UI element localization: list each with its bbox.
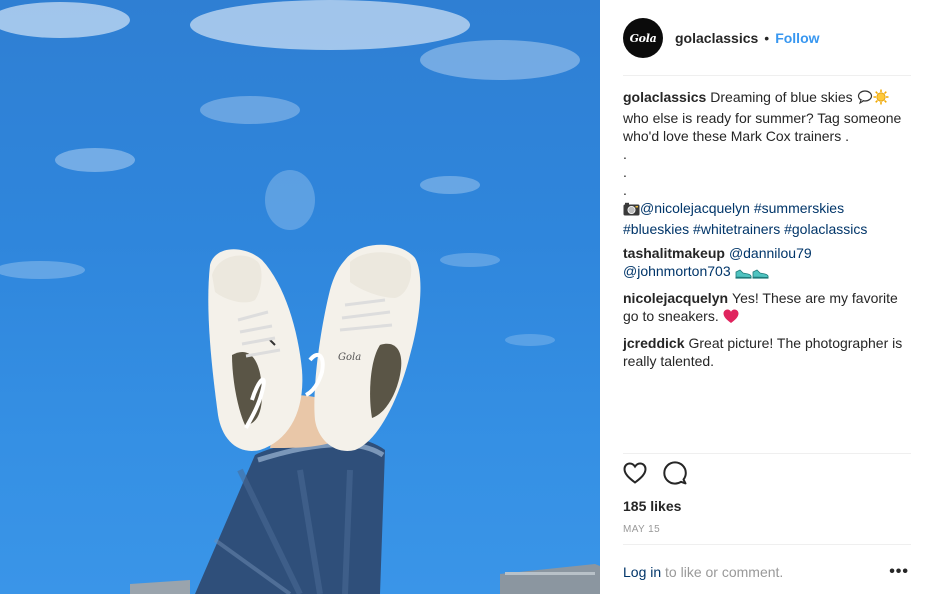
login-prompt-text: to like or comment. xyxy=(665,564,784,580)
sneaker-icon xyxy=(735,265,752,283)
avatar[interactable]: Gola xyxy=(623,18,663,58)
likes-count[interactable]: 185 likes xyxy=(623,498,681,514)
comment: jcreddick Great picture! The photographer… xyxy=(623,334,913,370)
more-options-button[interactable]: ••• xyxy=(889,563,909,581)
post-side-panel: Gola golaclassics • Follow golaclassics D… xyxy=(600,0,931,594)
post-header: Gola golaclassics • Follow xyxy=(600,0,931,76)
like-button[interactable] xyxy=(622,461,648,489)
camera-icon xyxy=(623,202,640,220)
header-separator: • xyxy=(764,30,770,46)
divider xyxy=(623,453,911,454)
red-heart-icon xyxy=(723,309,739,328)
heart-outline-icon xyxy=(623,461,647,489)
hashtag-link[interactable]: #whitetrainers xyxy=(693,221,780,237)
comment-username[interactable]: tashalitmakeup xyxy=(623,245,725,261)
comment-mention[interactable]: @dannilou79 xyxy=(729,245,812,261)
sneaker-icon xyxy=(752,265,769,283)
caption: golaclassics Dreaming of blue skies who e… xyxy=(623,88,913,238)
follow-button[interactable]: Follow xyxy=(775,30,819,46)
caption-text-1: Dreaming of blue skies xyxy=(710,89,853,105)
hashtag-link[interactable]: #blueskies xyxy=(623,221,689,237)
comments-list: golaclassics Dreaming of blue skies who e… xyxy=(623,88,913,376)
caption-mention[interactable]: @nicolejacquelyn xyxy=(640,200,750,216)
hashtag-link[interactable]: #summerskies xyxy=(754,200,844,216)
caption-dot: . xyxy=(623,164,627,180)
login-prompt: Log in to like or comment. xyxy=(623,564,913,580)
comment-button[interactable] xyxy=(662,460,688,490)
caption-username[interactable]: golaclassics xyxy=(623,89,706,105)
post-actions xyxy=(622,460,688,490)
divider xyxy=(623,544,911,545)
comment: tashalitmakeup @dannilou79 @johnmorton703 xyxy=(623,244,913,283)
speech-bubble-outline-icon xyxy=(663,460,687,490)
post-photo[interactable]: Gola xyxy=(0,0,600,594)
speech-bubble-icon xyxy=(857,89,873,109)
header-username[interactable]: golaclassics xyxy=(675,30,758,46)
instagram-post: Gola Gola golaclassics • Follow golaclas… xyxy=(0,0,931,594)
post-date: MAY 15 xyxy=(623,524,661,535)
comment-username[interactable]: jcreddick xyxy=(623,335,684,351)
avatar-logo-text: Gola xyxy=(629,31,657,45)
comment-mention[interactable]: @johnmorton703 xyxy=(623,263,731,279)
sun-icon xyxy=(873,89,889,109)
sneakers-sky-image: Gola xyxy=(0,0,600,594)
caption-dot: . xyxy=(623,182,627,198)
hashtag-link[interactable]: #golaclassics xyxy=(784,221,867,237)
comment-username[interactable]: nicolejacquelyn xyxy=(623,290,728,306)
caption-text-2: who else is ready for summer? Tag someon… xyxy=(623,110,902,144)
login-link[interactable]: Log in xyxy=(623,564,661,580)
svg-text:Gola: Gola xyxy=(338,352,361,363)
comment: nicolejacquelyn Yes! These are my favorit… xyxy=(623,289,913,328)
caption-dot: . xyxy=(623,146,627,162)
